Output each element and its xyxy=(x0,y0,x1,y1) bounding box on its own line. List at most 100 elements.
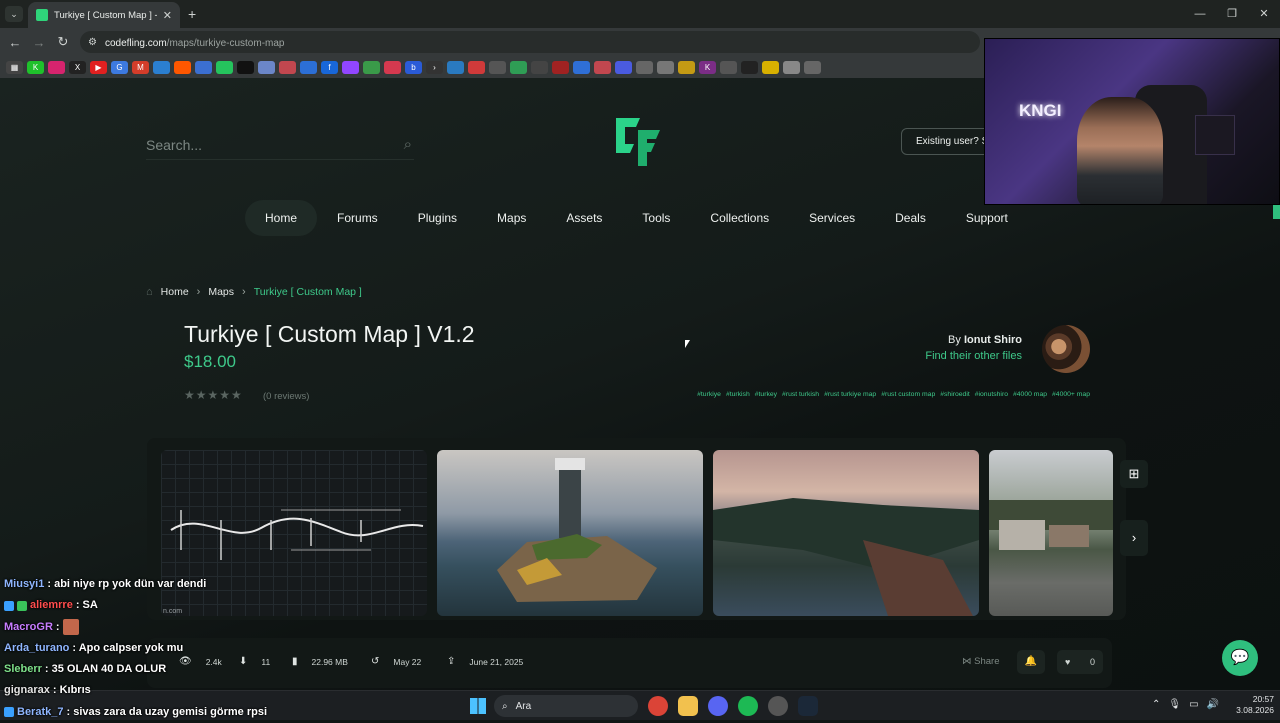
file-explorer-taskbar-icon[interactable] xyxy=(678,696,698,716)
bookmark-icon[interactable]: K xyxy=(699,60,716,74)
forward-button[interactable]: → xyxy=(27,35,51,50)
tag[interactable]: #rust turkiye map xyxy=(824,391,876,398)
site-info-icon[interactable]: ⚙ xyxy=(88,37,97,48)
tag[interactable]: #turkish xyxy=(726,391,750,398)
nav-home[interactable]: Home xyxy=(245,200,318,236)
whatsapp-bookmark-icon[interactable] xyxy=(216,60,233,74)
search-icon[interactable]: ⌕ xyxy=(404,136,412,153)
reddit-bookmark-icon[interactable] xyxy=(174,60,191,74)
bookmark-icon[interactable] xyxy=(594,60,611,74)
spotify-taskbar-icon[interactable] xyxy=(738,696,758,716)
scrollbar-thumb[interactable] xyxy=(1273,205,1280,219)
site-search[interactable]: Search... ⌕ xyxy=(146,130,414,160)
nav-tools[interactable]: Tools xyxy=(622,200,690,236)
facebook-bookmark-icon[interactable]: f xyxy=(321,60,338,74)
follow-bell-button[interactable]: 🔔 xyxy=(1017,650,1045,674)
nav-plugins[interactable]: Plugins xyxy=(398,200,477,236)
chrome-taskbar-icon[interactable] xyxy=(648,696,668,716)
chevron-up-icon[interactable]: ⌃ xyxy=(1152,699,1160,710)
microphone-icon[interactable]: 🎙 xyxy=(1168,699,1181,710)
bookmark-icon[interactable] xyxy=(531,60,548,74)
restore-button[interactable]: ❐ xyxy=(1216,0,1248,28)
bookmark-icon[interactable] xyxy=(657,60,674,74)
chat-widget-button[interactable]: 💬 xyxy=(1222,640,1258,676)
author-avatar[interactable] xyxy=(1042,325,1090,373)
tag[interactable]: #rust custom map xyxy=(881,391,935,398)
bookmark-icon[interactable] xyxy=(741,60,758,74)
share-button[interactable]: ⋈ Share xyxy=(962,656,1000,667)
bookmark-icon[interactable] xyxy=(300,60,317,74)
author-name[interactable]: Ionut Shiro xyxy=(964,334,1022,346)
bookmark-icon[interactable] xyxy=(279,60,296,74)
bookmark-icon[interactable] xyxy=(615,60,632,74)
bookmark-icon[interactable] xyxy=(804,60,821,74)
bookmark-icon[interactable] xyxy=(678,60,695,74)
taskbar-search[interactable]: ⌕ Ara xyxy=(494,695,638,717)
review-count[interactable]: (0 reviews) xyxy=(263,391,309,402)
close-tab-icon[interactable]: ✕ xyxy=(163,9,172,22)
bookmark-icon[interactable] xyxy=(258,60,275,74)
nav-maps[interactable]: Maps xyxy=(477,200,546,236)
bookmark-icon[interactable] xyxy=(720,60,737,74)
tag[interactable]: #ionutshiro xyxy=(975,391,1008,398)
bookmark-icon[interactable] xyxy=(384,60,401,74)
tag[interactable]: #rust turkish xyxy=(782,391,819,398)
bookmark-icon[interactable] xyxy=(510,60,527,74)
tag[interactable]: #4000+ map xyxy=(1052,391,1090,398)
bookmark-icon[interactable]: b xyxy=(405,60,422,74)
like-button[interactable]: ♥ 0 xyxy=(1057,650,1103,674)
x-bookmark-icon[interactable]: X xyxy=(69,60,86,74)
url-field[interactable]: ⚙ codefling.com/maps/turkiye-custom-map xyxy=(80,31,980,53)
bookmark-icon[interactable] xyxy=(636,60,653,74)
bookmark-icon[interactable] xyxy=(153,60,170,74)
bookmark-icon[interactable] xyxy=(573,60,590,74)
codefling-logo[interactable] xyxy=(610,114,664,168)
other-files-link[interactable]: Find their other files xyxy=(880,350,1022,362)
breadcrumb-maps[interactable]: Maps xyxy=(208,286,234,298)
tag[interactable]: #shiroedit xyxy=(940,391,969,398)
display-icon[interactable]: ▭ xyxy=(1189,699,1198,710)
instagram-bookmark-icon[interactable] xyxy=(48,60,65,74)
reload-button[interactable]: ↻ xyxy=(51,34,75,50)
bookmark-icon[interactable] xyxy=(447,60,464,74)
bookmark-icon[interactable] xyxy=(552,60,569,74)
tag[interactable]: #turkey xyxy=(755,391,777,398)
bookmark-icon[interactable] xyxy=(237,60,254,74)
bookmark-icon[interactable] xyxy=(468,60,485,74)
discord-taskbar-icon[interactable] xyxy=(708,696,728,716)
gallery-next-button[interactable]: › xyxy=(1120,520,1148,556)
google-bookmark-icon[interactable]: G xyxy=(111,60,128,74)
gallery-image-village[interactable] xyxy=(989,450,1113,616)
close-window-button[interactable]: ✕ xyxy=(1248,0,1280,28)
start-button[interactable] xyxy=(470,698,486,714)
breadcrumb-home[interactable]: Home xyxy=(161,286,189,298)
twitch-bookmark-icon[interactable] xyxy=(342,60,359,74)
gallery-image-tower-island[interactable] xyxy=(437,450,703,616)
new-tab-button[interactable]: + xyxy=(188,6,196,22)
bookmark-icon[interactable] xyxy=(783,60,800,74)
bookmark-icon[interactable]: › xyxy=(426,60,443,74)
bookmark-icon[interactable] xyxy=(363,60,380,74)
minimize-button[interactable]: — xyxy=(1184,0,1216,28)
back-button[interactable]: ← xyxy=(3,35,27,50)
nav-services[interactable]: Services xyxy=(789,200,875,236)
home-icon[interactable]: ⌂ xyxy=(146,286,153,298)
active-tab[interactable]: Turkiye [ Custom Map ] - Maps ✕ xyxy=(28,2,180,28)
system-clock[interactable]: 20:57 3.08.2026 xyxy=(1226,694,1274,716)
youtube-bookmark-icon[interactable]: ▶ xyxy=(90,60,107,74)
tab-search-button[interactable]: ⌄ xyxy=(5,6,23,22)
folder-bookmark-icon[interactable] xyxy=(762,60,779,74)
apps-icon[interactable]: ▦ xyxy=(6,60,23,74)
gmail-bookmark-icon[interactable]: M xyxy=(132,60,149,74)
tag[interactable]: #turkiye xyxy=(697,391,721,398)
nav-deals[interactable]: Deals xyxy=(875,200,946,236)
grid-view-icon[interactable]: ⊞ xyxy=(1120,460,1148,488)
tag[interactable]: #4000 map xyxy=(1013,391,1047,398)
nav-collections[interactable]: Collections xyxy=(690,200,789,236)
nav-support[interactable]: Support xyxy=(946,200,1028,236)
nav-forums[interactable]: Forums xyxy=(317,200,398,236)
bookmark-icon[interactable] xyxy=(195,60,212,74)
gallery-image-coastline[interactable] xyxy=(713,450,979,616)
bookmark-icon[interactable] xyxy=(489,60,506,74)
nav-assets[interactable]: Assets xyxy=(546,200,622,236)
